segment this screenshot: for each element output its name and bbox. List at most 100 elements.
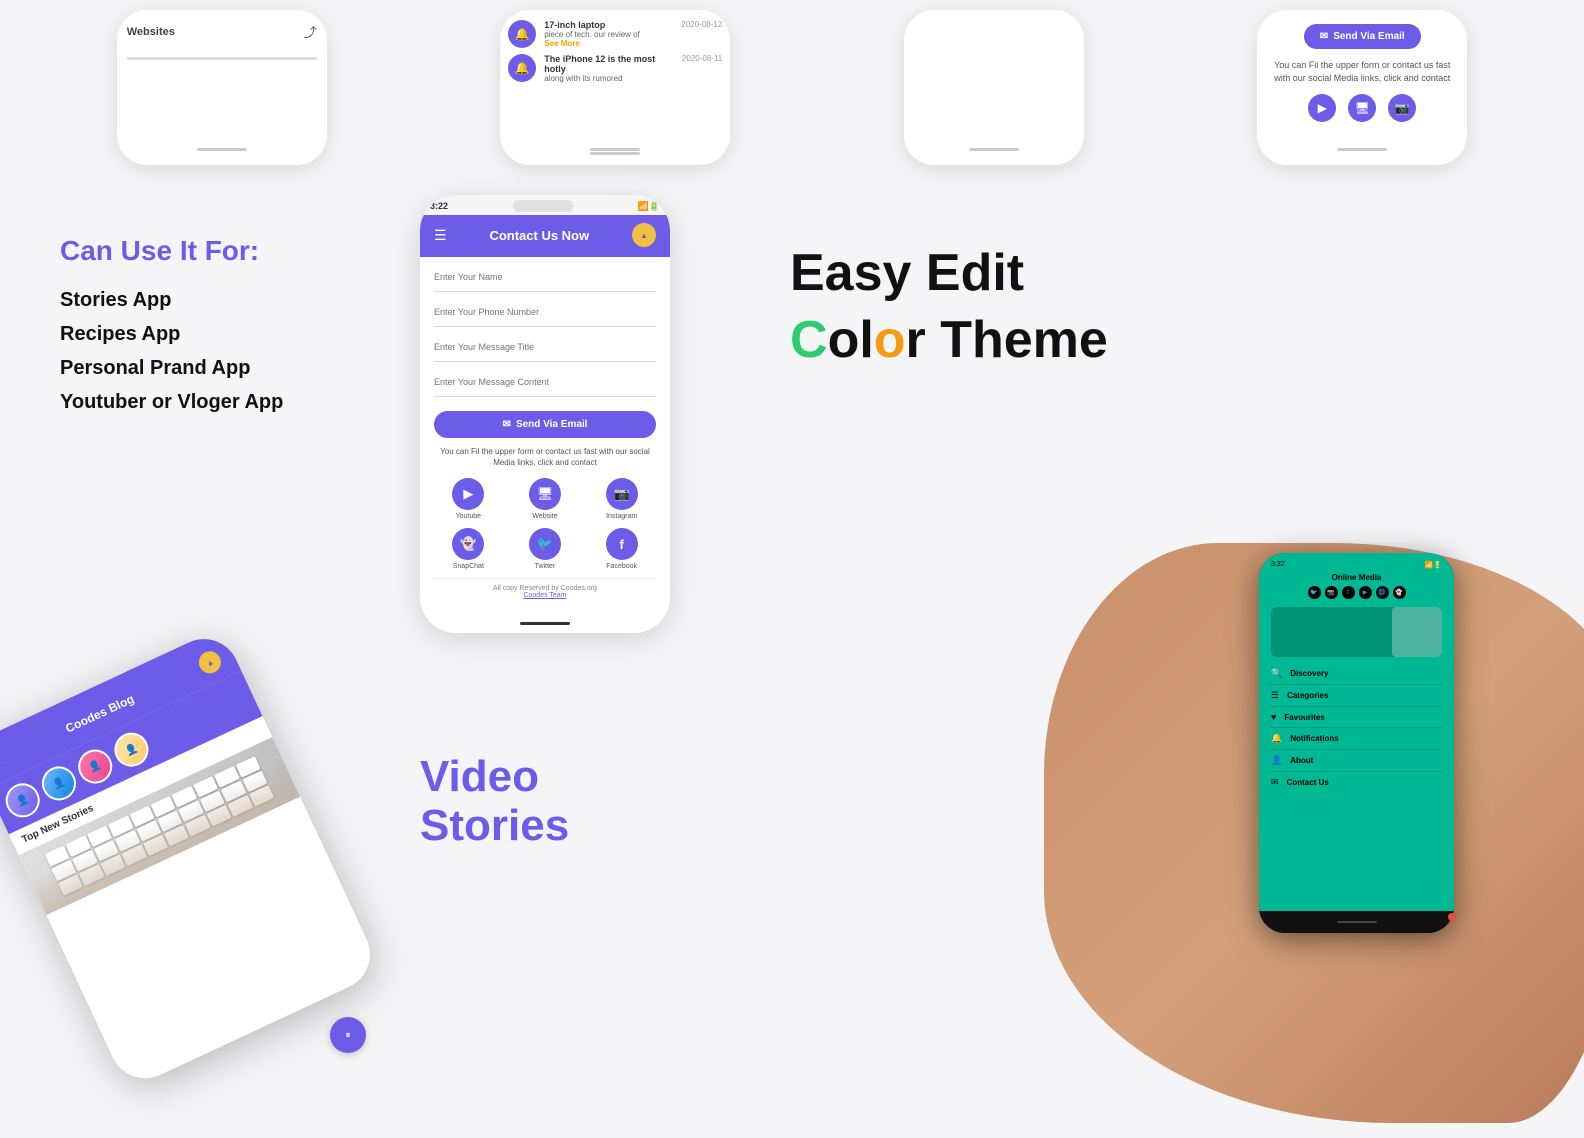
- social-item-facebook[interactable]: f Facebook: [587, 528, 656, 570]
- phone-input[interactable]: [434, 307, 656, 317]
- pause-button-wrapper: ⏸: [330, 1017, 366, 1053]
- facebook-icon-green[interactable]: f: [1342, 586, 1355, 599]
- instagram-icon-top[interactable]: 📷: [1388, 94, 1416, 122]
- snapchat-icon: 👻: [452, 528, 484, 560]
- notif-title-2: The iPhone 12 is the most hotly along wi…: [544, 54, 674, 83]
- top-section: Websites ⤴ 🔔 17-inch laptop piece of tec…: [0, 0, 1584, 185]
- youtube-icon: ▶: [452, 478, 484, 510]
- social-item-snapchat[interactable]: 👻 SnapChat: [434, 528, 503, 570]
- bottom-section: ☰ Coodes Blog ▲ 👤 👤 👤 👤 Top New Stories: [0, 643, 1584, 1113]
- see-more-link[interactable]: See More: [544, 39, 673, 48]
- email-icon-center: ✉: [503, 419, 511, 430]
- send-via-email-button-center[interactable]: ✉ Send Via Email: [434, 411, 656, 438]
- menu-item-notifications[interactable]: 🔔 Notifications: [1271, 728, 1442, 750]
- categories-icon: ☰: [1271, 690, 1279, 701]
- can-use-section: Can Use It For: Stories App Recipes App …: [60, 205, 380, 419]
- online-media-label: Online Media: [1271, 573, 1442, 582]
- hand-container: 3:32 📶🔋 Online Media 🐦 📷 f ▶ 🌐 👻: [984, 543, 1584, 1093]
- phone-header: ☰ Contact Us Now ▲: [420, 215, 670, 257]
- twitter-icon-green[interactable]: 🐦: [1308, 586, 1321, 599]
- easy-edit-title: Easy Edit: [790, 245, 1024, 302]
- instagram-icon-green[interactable]: 📷: [1325, 586, 1338, 599]
- send-via-email-button-top[interactable]: ✉ Send Via Email: [1304, 24, 1421, 49]
- twitter-icon: 🐦: [529, 528, 561, 560]
- team-link[interactable]: Coodes Team: [523, 592, 566, 599]
- color-r: r Theme: [906, 311, 1108, 369]
- social-item-website[interactable]: 🖥 Website: [511, 478, 580, 520]
- menu-item-contact[interactable]: ✉ Contact Us: [1271, 772, 1442, 793]
- social-icons-row-top: ▶ 🖥 📷: [1308, 94, 1416, 122]
- story-avatar-4[interactable]: 👤: [109, 727, 154, 772]
- thumbnail-area: [1271, 607, 1442, 657]
- center-phone-contact: 3:22 📶🔋 ☰ Contact Us Now ▲: [420, 195, 670, 633]
- website-icon-green[interactable]: 🌐: [1376, 586, 1389, 599]
- hamburger-menu-icon[interactable]: ☰: [434, 227, 447, 244]
- menu-item-categories[interactable]: ☰ Categories: [1271, 685, 1442, 707]
- story-avatar-1[interactable]: 👤: [0, 778, 45, 823]
- divider: [127, 57, 317, 60]
- notification-bell-icon-1: 🔔: [508, 20, 536, 48]
- green-status-bar: 3:32 📶🔋: [1271, 561, 1442, 569]
- menu-item-discovery[interactable]: 🔍 Discovery: [1271, 663, 1442, 685]
- social-media-icons-green: 🐦 📷 f ▶ 🌐 👻: [1271, 586, 1442, 599]
- about-label: About: [1290, 756, 1313, 765]
- menu-item-favourites[interactable]: ♥ Favourites: [1271, 707, 1442, 728]
- notifications-icon: 🔔: [1271, 733, 1282, 744]
- message-title-input[interactable]: [434, 342, 656, 352]
- favourites-label: Favourites: [1284, 713, 1324, 722]
- menu-item-about[interactable]: 👤 About: [1271, 750, 1442, 772]
- home-bar: [520, 622, 570, 625]
- name-input[interactable]: [434, 272, 656, 282]
- share-icon[interactable]: ⤴: [304, 22, 317, 41]
- contact-label: Contact Us: [1287, 778, 1329, 787]
- email-icon: ✉: [1320, 31, 1328, 42]
- notif-date-1: 2020-08-12: [681, 20, 722, 29]
- time-display: 3:22: [430, 201, 448, 211]
- message-content-input[interactable]: [434, 377, 656, 387]
- youtube-icon-top[interactable]: ▶: [1308, 94, 1336, 122]
- story-avatar-3[interactable]: 👤: [73, 744, 118, 789]
- facebook-label: Facebook: [606, 563, 637, 570]
- home-bar-green: [1259, 911, 1454, 934]
- empty-phone-mockup: [904, 10, 1084, 165]
- youtube-label: Youtube: [456, 513, 481, 520]
- bottom-bar: [590, 152, 640, 155]
- status-icons: 📶🔋: [638, 201, 660, 212]
- notification-item-2: 🔔 The iPhone 12 is the most hotly along …: [508, 54, 722, 83]
- notif-body-2: along with its rumored: [544, 74, 674, 83]
- video-title-line2: Stories: [420, 802, 569, 850]
- twitter-label: Twitter: [535, 563, 556, 570]
- use-item-2: Recipes App: [60, 317, 380, 351]
- websites-phone-mockup: Websites ⤴: [117, 10, 327, 165]
- use-item-4: Youtuber or Vloger App: [60, 385, 380, 419]
- social-grid: ▶ Youtube 🖥 Website 📷 Instagram 👻 SnapCh…: [434, 478, 656, 570]
- facebook-icon: f: [606, 528, 638, 560]
- color-theme-title: Color Theme: [790, 312, 1108, 369]
- discovery-label: Discovery: [1290, 669, 1328, 678]
- use-item-3: Personal Prand App: [60, 351, 380, 385]
- notifications-phone-mockup: 🔔 17-inch laptop piece of tech. our revi…: [500, 10, 730, 165]
- snapchat-icon-green[interactable]: 👻: [1393, 586, 1406, 599]
- tilted-phone-wrapper: ☰ Coodes Blog ▲ 👤 👤 👤 👤 Top New Stories: [40, 633, 400, 1013]
- notif-content-1: 17-inch laptop piece of tech. our review…: [544, 20, 673, 48]
- pause-button[interactable]: ⏸: [330, 1017, 366, 1053]
- color-o: o: [874, 311, 906, 369]
- phone-footer: All copy Reserved by Coodes.org Coodes T…: [434, 578, 656, 603]
- website-icon-top[interactable]: 🖥: [1348, 94, 1376, 122]
- social-item-twitter[interactable]: 🐦 Twitter: [511, 528, 580, 570]
- categories-label: Categories: [1287, 691, 1328, 700]
- name-field: [434, 267, 656, 292]
- phone-desc: You can Fil the upper form or contact us…: [434, 446, 656, 468]
- brand-logo-tilted: ▲: [195, 648, 224, 677]
- story-avatar-2[interactable]: 👤: [36, 761, 81, 806]
- brand-logo: ▲: [632, 223, 656, 247]
- youtube-icon-green[interactable]: ▶: [1359, 586, 1372, 599]
- can-use-list: Stories App Recipes App Personal Prand A…: [60, 283, 380, 419]
- status-bar: 3:22 📶🔋: [420, 195, 670, 215]
- social-item-youtube[interactable]: ▶ Youtube: [434, 478, 503, 520]
- green-time: 3:32: [1271, 561, 1285, 569]
- social-item-instagram[interactable]: 📷 Instagram: [587, 478, 656, 520]
- about-icon: 👤: [1271, 755, 1282, 766]
- thumbnail: [1392, 607, 1442, 657]
- notch: [513, 200, 573, 212]
